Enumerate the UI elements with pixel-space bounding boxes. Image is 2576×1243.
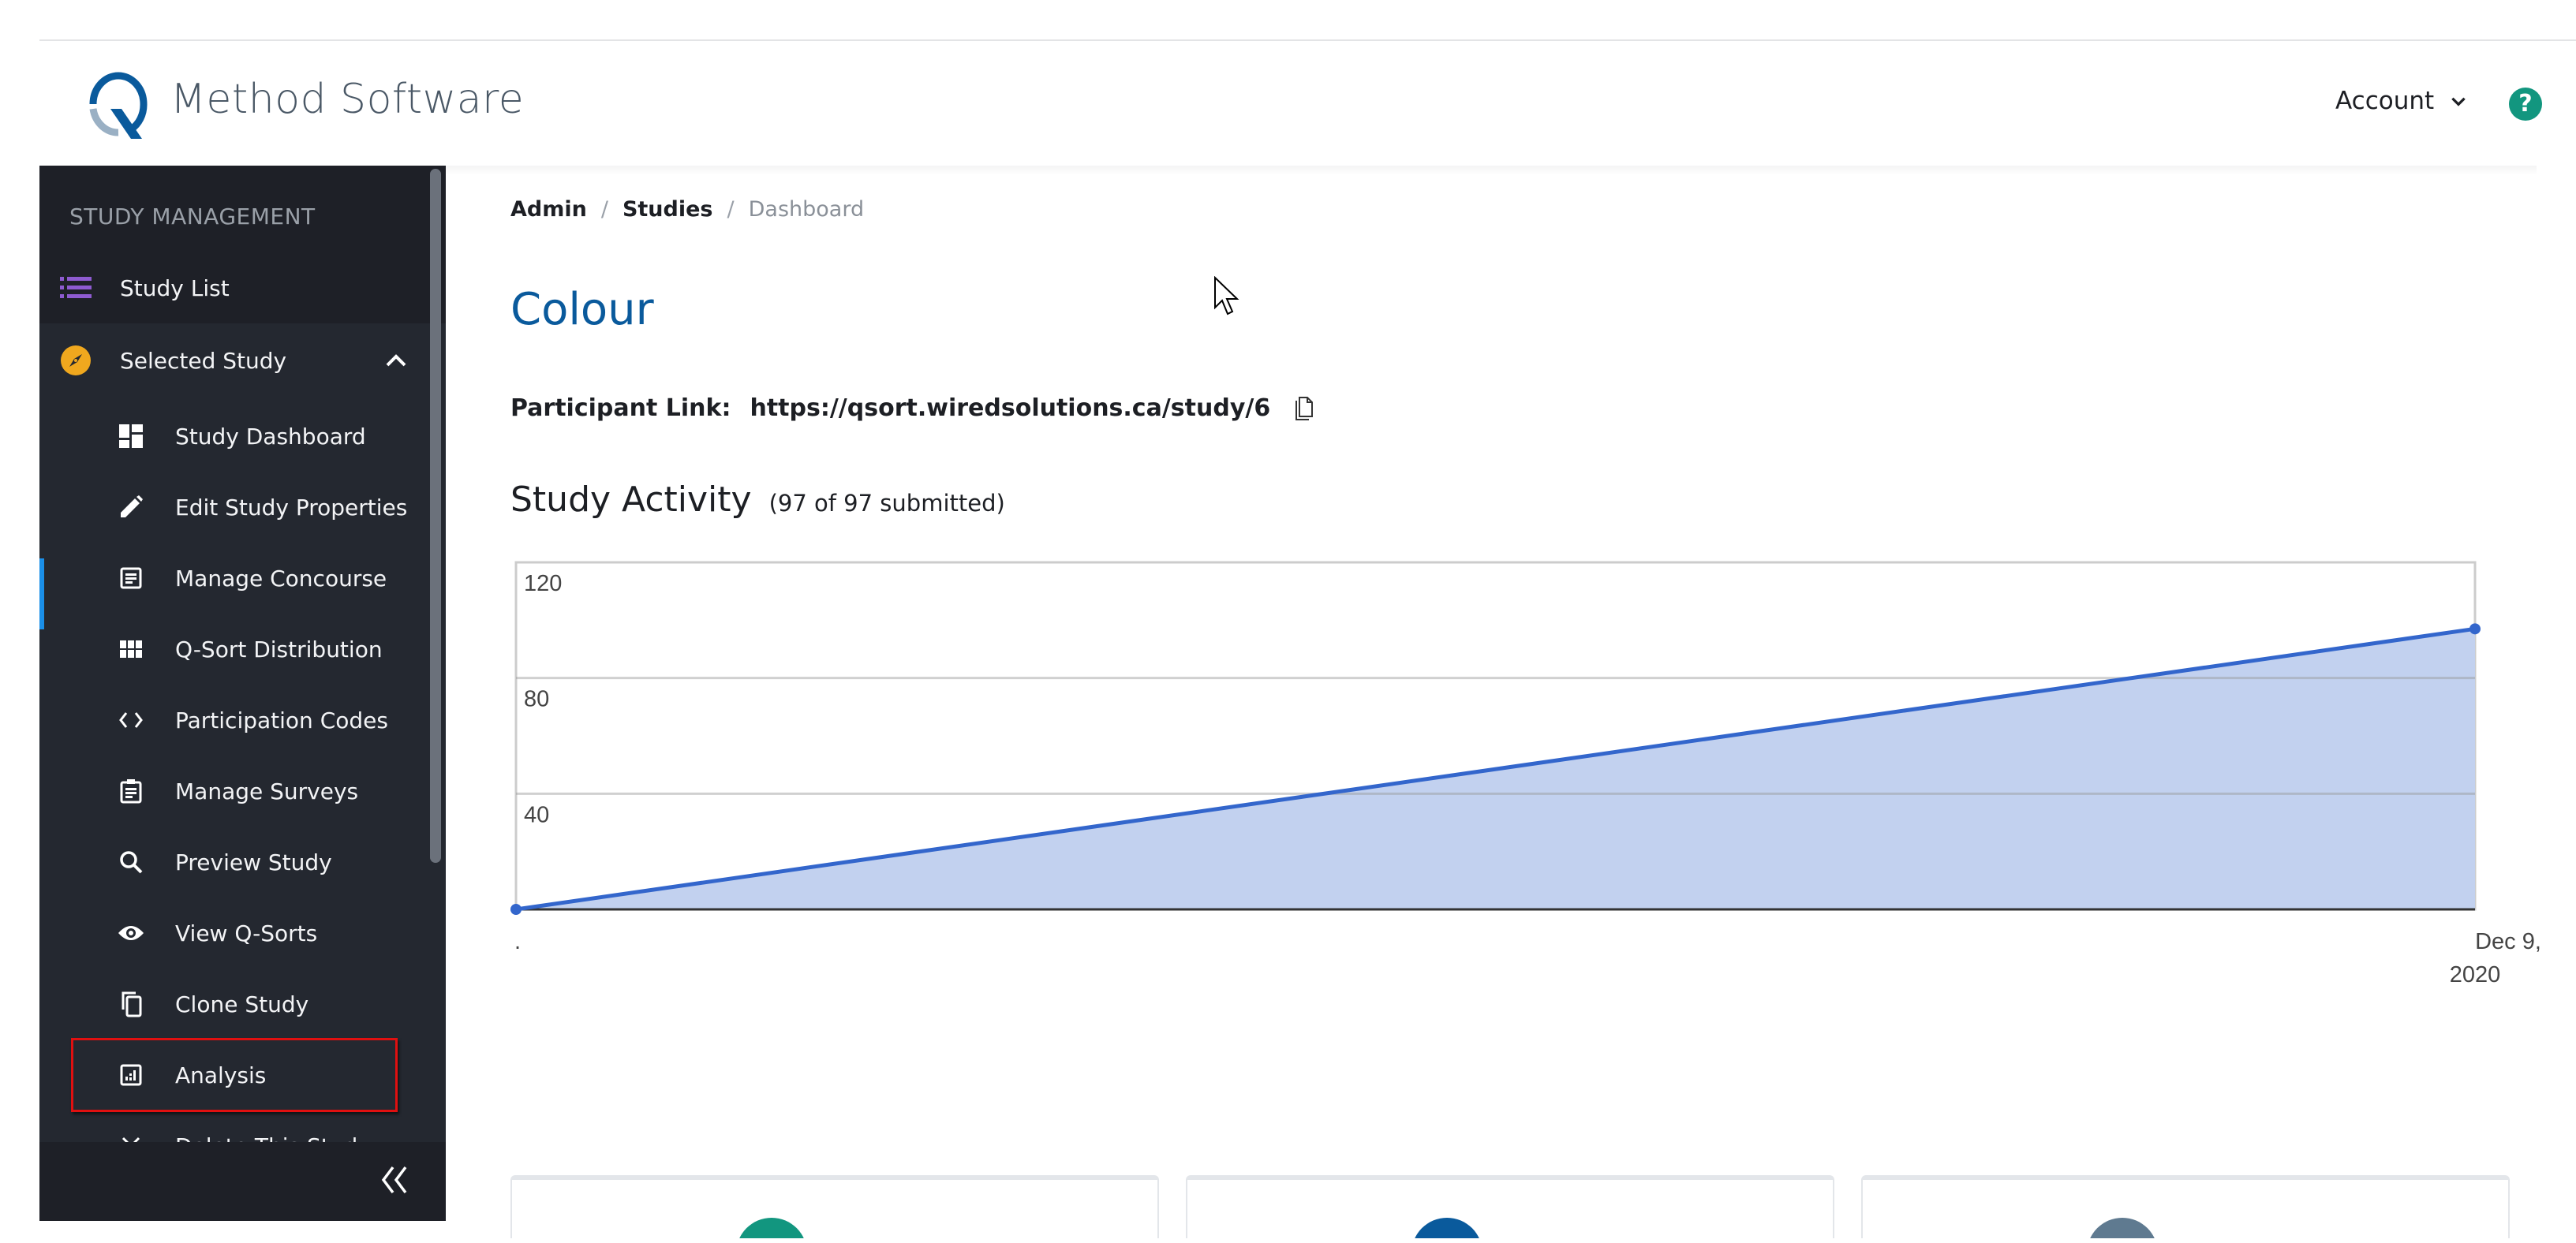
sidebar-item-manage-surveys[interactable]: Manage Surveys <box>39 756 431 827</box>
card-circle <box>1411 1218 1482 1238</box>
chevron-up-icon[interactable] <box>385 353 407 368</box>
page-title: Colour <box>510 284 654 335</box>
main-content: Admin / Studies / Dashboard Colour Parti… <box>446 166 2537 1238</box>
sidebar-item-view-q-sorts[interactable]: View Q-Sorts <box>39 898 431 969</box>
brand-name[interactable]: Method Software <box>170 76 524 123</box>
sidebar-item-edit-study-properties[interactable]: Edit Study Properties <box>39 472 431 543</box>
app-header: Method Software Account ? <box>39 41 2576 166</box>
search-icon <box>115 846 147 878</box>
study-activity-heading: Study Activity (97 of 97 submitted) <box>510 480 1005 520</box>
sidebar-item-label: Edit Study Properties <box>175 494 408 521</box>
highlight-box <box>71 1038 398 1112</box>
copy-icon <box>115 988 147 1020</box>
sidebar: STUDY MANAGEMENT Study List Selected Stu… <box>39 166 446 1221</box>
sidebar-item-label: Manage Concourse <box>175 565 387 592</box>
code-icon <box>115 704 147 736</box>
participant-link-label: Participant Link: <box>510 394 731 422</box>
sidebar-item-label: Study List <box>120 274 230 301</box>
account-menu[interactable]: Account <box>2335 87 2469 115</box>
sidebar-item-study-dashboard[interactable]: Study Dashboard <box>39 401 431 472</box>
sidebar-item-label: Participation Codes <box>175 707 388 733</box>
breadcrumb-separator: / <box>600 197 608 222</box>
help-icon[interactable]: ? <box>2509 88 2542 121</box>
breadcrumb: Admin / Studies / Dashboard <box>510 197 864 222</box>
content-top-shadow <box>446 166 2537 175</box>
sidebar-item-label: Clone Study <box>175 991 309 1017</box>
breadcrumb-admin[interactable]: Admin <box>510 197 587 222</box>
sidebar-item-label: Preview Study <box>175 849 332 875</box>
sidebar-scrollbar[interactable] <box>430 169 441 863</box>
sidebar-item-q-sort-distribution[interactable]: Q-Sort Distribution <box>39 614 431 685</box>
document-icon <box>115 562 147 594</box>
sidebar-item-label: Manage Surveys <box>175 778 359 804</box>
copy-link-icon[interactable] <box>1294 396 1314 421</box>
card-circle <box>2087 1218 2158 1238</box>
breadcrumb-studies[interactable]: Studies <box>623 197 713 222</box>
dashboard-icon <box>115 420 147 452</box>
stat-card <box>1861 1175 2510 1238</box>
breadcrumb-current: Dashboard <box>748 197 865 222</box>
sidebar-item-participation-codes[interactable]: Participation Codes <box>39 685 431 756</box>
account-label: Account <box>2335 87 2435 115</box>
stat-cards <box>510 1175 2510 1238</box>
sidebar-item-label: Study Dashboard <box>175 423 366 450</box>
card-circle <box>736 1218 807 1238</box>
sidebar-item-label: Selected Study <box>120 347 287 374</box>
stat-card <box>510 1175 1159 1238</box>
grid-icon <box>115 633 147 665</box>
list-icon <box>60 272 92 304</box>
chevron-down-icon <box>2451 97 2466 106</box>
mouse-cursor-icon <box>1214 276 1239 315</box>
study-activity-title: Study Activity <box>510 480 752 520</box>
breadcrumb-separator: / <box>727 197 735 222</box>
participant-link[interactable]: https://qsort.wiredsolutions.ca/study/6 <box>750 394 1270 422</box>
sidebar-footer <box>39 1142 446 1221</box>
study-activity-subtitle: (97 of 97 submitted) <box>768 490 1005 517</box>
sidebar-item-manage-concourse[interactable]: Manage Concourse <box>39 543 431 614</box>
sidebar-item-clone-study[interactable]: Clone Study <box>39 969 431 1040</box>
pencil-icon <box>115 491 147 523</box>
participant-link-row: Participant Link: https://qsort.wiredsol… <box>510 394 1314 422</box>
compass-icon <box>60 345 92 376</box>
clipboard-icon <box>115 775 147 807</box>
sidebar-item-preview-study[interactable]: Preview Study <box>39 827 431 898</box>
sidebar-item-label: Q-Sort Distribution <box>175 636 383 663</box>
stat-card <box>1186 1175 1834 1238</box>
sidebar-section-title: STUDY MANAGEMENT <box>69 203 316 230</box>
eye-icon <box>115 917 147 949</box>
sidebar-item-study-list[interactable]: Study List <box>39 252 431 323</box>
sidebar-item-label: View Q-Sorts <box>175 920 318 946</box>
sidebar-item-selected-study[interactable]: Selected Study <box>39 325 431 396</box>
logo-icon[interactable] <box>87 69 150 139</box>
double-chevron-left-icon[interactable] <box>380 1164 409 1196</box>
